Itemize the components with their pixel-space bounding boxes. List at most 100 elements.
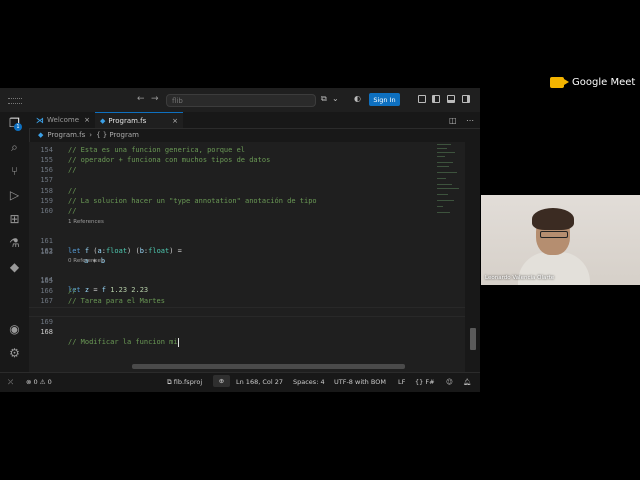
git-icon[interactable]: ◆ <box>7 260 22 275</box>
language-mode[interactable]: {} F# <box>415 378 435 386</box>
code-line[interactable]: 154 // Esta es una funcion generica, porq… <box>29 145 449 155</box>
problems-indicator[interactable]: ⊗ 0 ⚠ 0 <box>26 378 52 386</box>
line-number: 166 <box>40 287 53 295</box>
breadcrumb-file[interactable]: Program.fs <box>47 131 85 139</box>
participant-glasses <box>540 231 568 238</box>
drag-handle-icon[interactable] <box>8 98 22 104</box>
tab-welcome[interactable]: ⋊ Welcome × <box>31 112 95 128</box>
code-token: // Modificar la funcion mi <box>68 338 178 346</box>
braces-icon: {} <box>415 378 424 386</box>
minimap-line <box>437 206 443 207</box>
code-line[interactable]: 164 let z = f 1.23 2.23 <box>29 265 449 294</box>
tab-label: Program.fs <box>108 116 147 125</box>
code-line[interactable]: 167 // Tarea para el Martes <box>29 296 449 306</box>
code-line[interactable]: 163 <box>29 247 449 257</box>
end-of-line[interactable]: LF <box>398 378 405 386</box>
minimap-line <box>437 188 459 189</box>
extensions-icon[interactable]: ⊞ <box>7 212 22 227</box>
bell-icon[interactable]: 🔔︎ <box>463 378 471 386</box>
line-number: 157 <box>40 176 53 184</box>
account-icon[interactable]: ◉ <box>7 322 22 337</box>
zoom-icon[interactable]: ⊕ <box>213 375 230 387</box>
horizontal-scrollbar[interactable] <box>132 364 405 369</box>
feedback-icon[interactable]: ☺ <box>446 378 453 386</box>
cursor-position[interactable]: Ln 168, Col 27 <box>236 378 283 386</box>
code-editor[interactable]: 154 // Esta es una funcion generica, porq… <box>29 142 465 374</box>
vscode-window: ← → ⧉ ⌄ ◐ Sign In ❐ 1 ⌕ ⑂ ▷ ⊞ ⚗ ◆ ◉ ⚙ ⋊ … <box>0 88 480 392</box>
warning-icon: ⚠ <box>39 378 46 386</box>
code-line[interactable]: 160 // <box>29 206 449 216</box>
code-line[interactable]: 158 // <box>29 186 449 196</box>
line-number: 158 <box>40 187 53 195</box>
run-debug-icon[interactable]: ▷ <box>7 188 22 203</box>
code-line-current[interactable]: 168 // Modificar la funcion mi <box>29 307 465 347</box>
code-token: // La solucion hacer un "type annotation… <box>68 197 317 205</box>
toggle-primary-sidebar-icon[interactable] <box>432 95 440 103</box>
chevron-down-icon[interactable]: ⌄ <box>332 94 339 103</box>
minimap-line <box>437 200 454 201</box>
minimap-line <box>437 144 451 145</box>
breadcrumb: ◆ Program.fs › { } Program <box>29 129 480 141</box>
line-number: 156 <box>40 166 53 174</box>
sign-in-button[interactable]: Sign In <box>369 93 400 106</box>
chevron-right-icon: › <box>89 131 93 139</box>
vertical-scrollbar[interactable] <box>470 328 476 350</box>
more-actions-icon[interactable]: ⋯ <box>466 116 474 125</box>
flask-icon[interactable]: ⚗ <box>7 236 22 251</box>
fsharp-file-icon: ◆ <box>100 116 106 125</box>
source-control-icon[interactable]: ⑂ <box>7 164 22 179</box>
participant-tile[interactable]: Leonardo Valencia Olarte <box>481 195 640 285</box>
code-line[interactable]: 156 // <box>29 165 449 175</box>
minimap-line <box>437 178 446 179</box>
google-meet-logo: Google Meet <box>550 77 635 88</box>
back-arrow-icon[interactable]: ← <box>137 94 145 104</box>
meet-camera-icon <box>550 77 569 88</box>
folder-icon: ⧉ <box>167 378 172 386</box>
close-icon[interactable]: × <box>84 116 90 124</box>
code-line[interactable]: 159 // La solucion hacer un "type annotat… <box>29 196 449 206</box>
fsharp-file-icon: ◆ <box>38 131 44 139</box>
tab-label: Welcome <box>47 116 80 124</box>
search-input[interactable] <box>167 95 315 106</box>
indentation[interactable]: Spaces: 4 <box>293 378 325 386</box>
accounts-circle-icon[interactable]: ◐ <box>354 94 361 103</box>
encoding[interactable]: UTF-8 with BOM <box>334 378 386 386</box>
customize-layout-icon[interactable] <box>418 95 426 103</box>
line-number: 160 <box>40 207 53 215</box>
codelens-references[interactable]: 0 References <box>68 257 104 265</box>
minimap[interactable] <box>435 142 465 374</box>
error-icon: ⊗ <box>26 378 32 386</box>
code-line[interactable]: 157 <box>29 175 449 185</box>
code-line[interactable]: 169 <box>29 317 449 327</box>
warning-count: 0 <box>47 378 52 386</box>
remote-icon[interactable]: ⤫ <box>8 378 13 387</box>
command-center[interactable] <box>166 94 316 107</box>
text-cursor <box>177 337 179 347</box>
code-line[interactable]: 166 // <box>29 286 449 296</box>
code-token: // <box>68 187 77 195</box>
code-line[interactable]: 162 a + b <box>29 236 449 265</box>
minimap-line <box>437 156 445 157</box>
breadcrumb-symbol[interactable]: { } Program <box>96 131 139 139</box>
code-line[interactable]: 161 let f (a:float) (b:float) = <box>29 226 449 255</box>
copilot-icon[interactable]: ⧉ <box>321 94 327 104</box>
line-number: 163 <box>40 248 53 256</box>
project-name: fib.fsproj <box>173 378 203 386</box>
forward-arrow-icon[interactable]: → <box>151 94 159 104</box>
line-number: 154 <box>40 146 53 154</box>
code-line[interactable]: 165 <box>29 276 449 286</box>
toggle-secondary-sidebar-icon[interactable] <box>462 95 470 103</box>
code-token: // Modificar la funcion mi <box>68 337 179 347</box>
search-icon[interactable]: ⌕ <box>7 140 22 155</box>
code-line[interactable]: 155 // operador + funciona con muchos tip… <box>29 155 449 165</box>
language-label: F# <box>425 378 435 386</box>
gear-icon[interactable]: ⚙ <box>7 346 22 361</box>
minimap-line <box>437 162 453 163</box>
project-indicator[interactable]: ⧉ fib.fsproj <box>167 378 202 387</box>
split-editor-icon[interactable]: ◫ <box>449 116 457 125</box>
codelens-references[interactable]: 1 References <box>68 218 104 226</box>
close-icon[interactable]: × <box>172 117 178 125</box>
notification-badge: 1 <box>14 123 22 131</box>
tab-program-fs[interactable]: ◆ Program.fs × <box>95 112 183 128</box>
toggle-panel-icon[interactable] <box>447 95 455 103</box>
